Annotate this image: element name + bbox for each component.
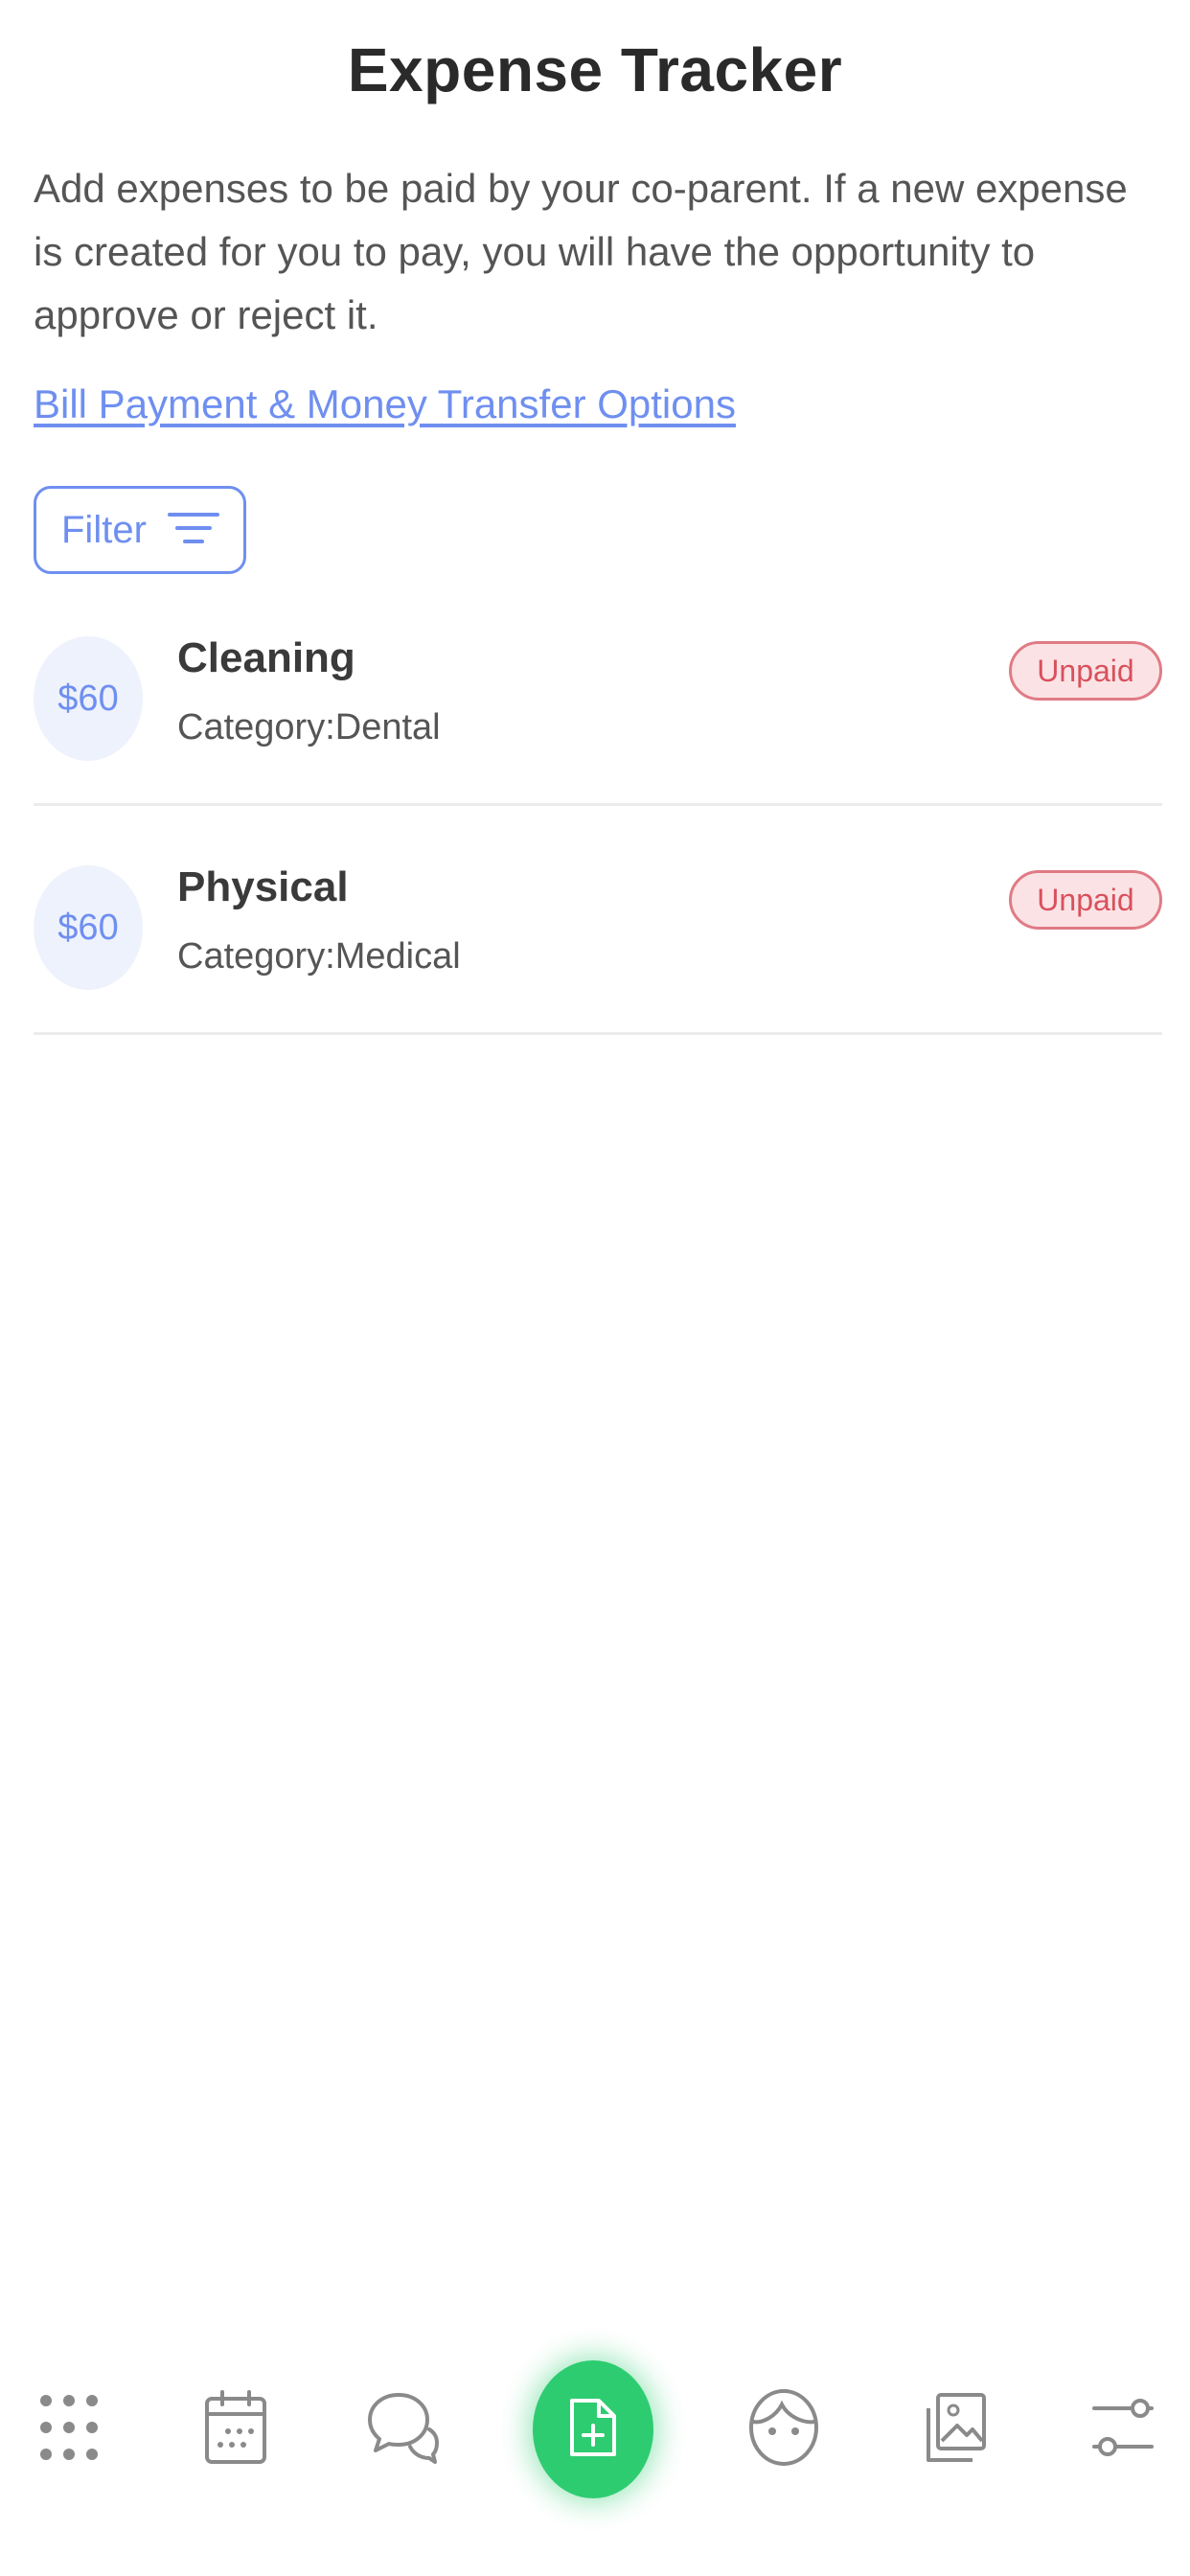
nav-item-calendar[interactable]: [178, 2338, 293, 2520]
nav-item-menu[interactable]: [11, 2338, 126, 2520]
add-document-icon: [568, 2397, 618, 2463]
nav-item-settings[interactable]: [1065, 2338, 1180, 2520]
nav-item-children[interactable]: [726, 2338, 841, 2520]
nav-item-photos[interactable]: [899, 2338, 1014, 2520]
expense-row-cleaning[interactable]: $60 Cleaning Category:Dental Unpaid: [34, 611, 1162, 806]
bill-payment-link[interactable]: Bill Payment & Money Transfer Options: [34, 381, 736, 427]
photos-icon: [925, 2391, 988, 2469]
dots-grid-icon: [38, 2391, 100, 2469]
filter-lines-icon: [167, 509, 219, 552]
amount-badge: $60: [34, 865, 143, 990]
nav-item-messages[interactable]: [345, 2338, 460, 2520]
expense-category: Category:Medical: [177, 936, 461, 977]
chat-bubbles-icon: [366, 2389, 439, 2471]
filter-label: Filter: [61, 508, 147, 551]
intro-text: Add expenses to be paid by your co-paren…: [34, 166, 1128, 337]
status-badge: Unpaid: [1009, 641, 1162, 701]
bottom-nav: [0, 2338, 1190, 2520]
amount-badge: $60: [34, 636, 143, 761]
sliders-icon: [1092, 2391, 1154, 2469]
filter-button[interactable]: Filter: [34, 486, 246, 574]
expense-category: Category:Dental: [177, 707, 441, 748]
expense-title: Cleaning: [177, 634, 355, 681]
expense-row-physical[interactable]: $60 Physical Category:Medical Unpaid: [34, 840, 1162, 1035]
expense-title: Physical: [177, 863, 349, 910]
nav-item-expenses[interactable]: [533, 2360, 653, 2498]
calendar-icon: [203, 2389, 268, 2471]
status-badge: Unpaid: [1009, 870, 1162, 930]
page-title: Expense Tracker: [347, 35, 843, 104]
child-face-icon: [747, 2387, 820, 2472]
